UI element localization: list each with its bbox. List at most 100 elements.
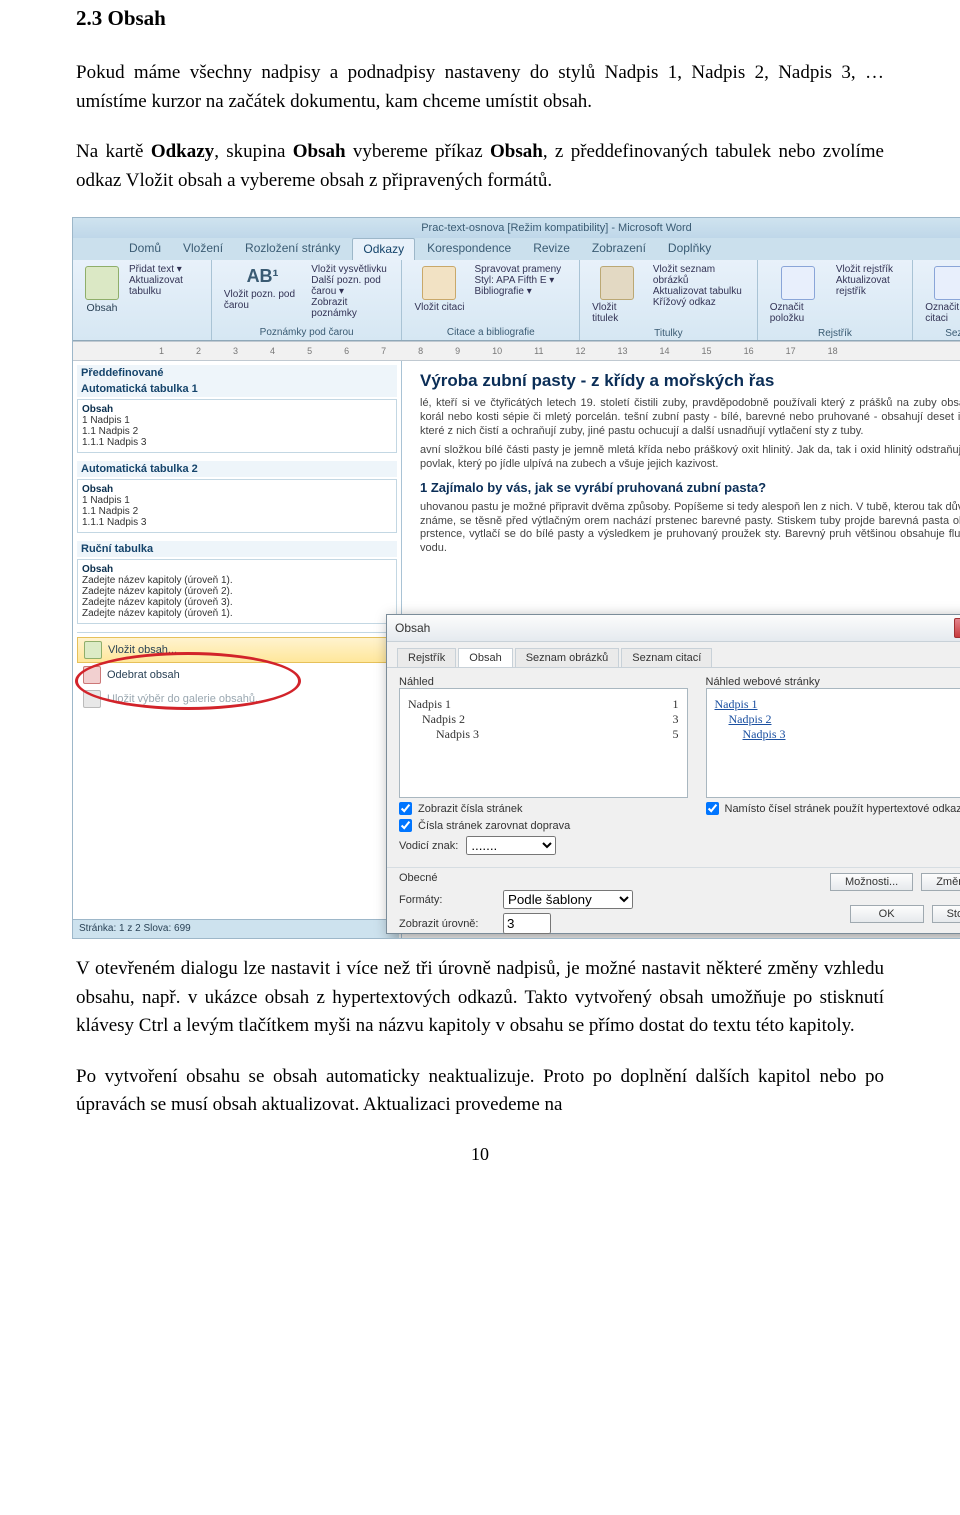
ruler-tick: 16 xyxy=(744,346,754,356)
leader-select[interactable]: ....... xyxy=(466,836,556,855)
toc-manual-preview[interactable]: Obsah Zadejte název kapitoly (úroveň 1).… xyxy=(77,559,397,624)
ruler-tick: 18 xyxy=(828,346,838,356)
vysvetlivka[interactable]: Vložit vysvětlivku xyxy=(311,264,393,275)
urovne-input[interactable] xyxy=(503,913,551,934)
p2-i: a vybereme obsah z připravených formátů. xyxy=(222,170,552,191)
word-screenshot: Prac-text-osnova [Režim kompatibility] -… xyxy=(72,217,960,939)
preview-label-right: Náhled webové stránky xyxy=(706,676,960,688)
toc-icon xyxy=(85,266,119,300)
ruler-tick: 11 xyxy=(534,346,543,356)
doc-paragraph: uhovanou pastu je možné připravit dvěma … xyxy=(420,501,960,556)
tab-zobrazeni[interactable]: Zobrazení xyxy=(582,238,656,260)
titulek-label: Vložit titulek xyxy=(592,302,643,324)
ruler-tick: 14 xyxy=(660,346,670,356)
obsah-button[interactable]: Obsah xyxy=(81,264,123,316)
p2-c: , skupina xyxy=(214,141,293,162)
spravovat-prameny[interactable]: Spravovat prameny xyxy=(474,264,561,275)
toc-obsah: Obsah xyxy=(82,564,392,575)
dlg-tab-rejstrik[interactable]: Rejstřík xyxy=(397,648,456,667)
krizovy-odkaz[interactable]: Křížový odkaz xyxy=(653,297,749,308)
ribbon: Obsah Přidat text ▾ Aktualizovat tabulku… xyxy=(73,260,960,341)
akt-tabulku[interactable]: Aktualizovat tabulku xyxy=(653,286,749,297)
toc-line: 1.1 Nadpis 2 xyxy=(82,506,392,517)
btn-moznosti[interactable]: Možnosti... xyxy=(830,873,913,891)
vlozit-rejstrik[interactable]: Vložit rejstřík xyxy=(836,264,904,275)
p1-styles: Nadpis 1, Nadpis 2, Nadpis 3, … xyxy=(605,62,884,83)
tab-rozlozeni[interactable]: Rozložení stránky xyxy=(235,238,350,260)
btn-zmenit[interactable]: Změnit... xyxy=(921,873,960,891)
rejstrik-group-label: Rejstřík xyxy=(766,326,904,339)
dalsi-pozn[interactable]: Další pozn. pod čarou ▾ xyxy=(311,275,393,297)
pozn-group-label: Poznámky pod čarou xyxy=(220,325,394,338)
chk-show-pagenums[interactable] xyxy=(399,802,412,815)
pridat-text[interactable]: Přidat text ▾ xyxy=(129,264,203,275)
p2-e: vybereme příkaz xyxy=(346,141,490,162)
btn-storno[interactable]: Storno xyxy=(932,905,960,923)
rejstrik-label: Označit položku xyxy=(770,302,826,324)
ruler-tick: 1 xyxy=(159,346,164,356)
rejstrik-button[interactable]: Označit položku xyxy=(766,264,830,326)
seznam-citaci-button[interactable]: Označit citaci xyxy=(921,264,960,326)
toc-line: 1.1.1 Nadpis 3 xyxy=(82,517,392,528)
seznam-group-label: Seznam citací xyxy=(921,326,960,339)
tab-odkazy[interactable]: Odkazy xyxy=(352,238,415,260)
status-bar: Stránka: 1 z 2 Slova: 699 xyxy=(73,919,399,938)
dlg-tab-seznam-obrazku[interactable]: Seznam obrázků xyxy=(515,648,620,667)
ruler-tick: 8 xyxy=(418,346,423,356)
titulky-group-label: Titulky xyxy=(588,326,749,339)
tab-revize[interactable]: Revize xyxy=(523,238,580,260)
index-icon xyxy=(781,266,815,300)
toc-manual-header[interactable]: Ruční tabulka xyxy=(77,541,397,557)
bibliografie[interactable]: Bibliografie ▾ xyxy=(474,286,561,297)
doc-paragraph: avní složkou bílé části pasty je jemně m… xyxy=(420,444,960,472)
titulek-button[interactable]: Vložit titulek xyxy=(588,264,647,326)
leader-label: Vodicí znak: xyxy=(399,840,458,852)
toc-auto1-header[interactable]: Automatická tabulka 1 xyxy=(77,381,397,397)
paragraph-1: Pokud máme všechny nadpisy a podnadpisy … xyxy=(76,59,884,116)
ruler-tick: 2 xyxy=(196,346,201,356)
section-heading: 2.3 Obsah xyxy=(76,6,884,31)
p1-a: Pokud máme všechny nadpisy a podnadpisy … xyxy=(76,62,605,83)
toc-auto2-header[interactable]: Automatická tabulka 2 xyxy=(77,461,397,477)
dialog-close-button[interactable]: ✕ xyxy=(954,618,960,638)
citace-group-label: Citace a bibliografie xyxy=(410,325,571,338)
chk-hyperlinks[interactable] xyxy=(706,802,719,815)
tab-domu[interactable]: Domů xyxy=(119,238,171,260)
ruler-tick: 15 xyxy=(702,346,712,356)
pozn-label: Vložit pozn. pod čarou xyxy=(224,289,301,311)
pozn-button[interactable]: AB¹ Vložit pozn. pod čarou xyxy=(220,264,305,313)
akt-rejstrik[interactable]: Aktualizovat rejstřík xyxy=(836,275,904,297)
page-number: 10 xyxy=(76,1144,884,1165)
toc-predef-header: Předdefinované xyxy=(77,365,397,381)
toc-gallery-panel: Předdefinované Automatická tabulka 1 Obs… xyxy=(73,361,402,939)
toc-obsah: Obsah xyxy=(82,404,392,415)
toc-auto1-preview[interactable]: Obsah 1 Nadpis 1 1.1 Nadpis 2 1.1.1 Nadp… xyxy=(77,399,397,453)
tab-vlozeni[interactable]: Vložení xyxy=(173,238,233,260)
preview-label-left: Náhled xyxy=(399,676,688,688)
styl-citace[interactable]: Styl: APA Fifth E ▾ xyxy=(474,275,561,286)
formaty-label: Formáty: xyxy=(399,894,495,906)
dlg-tab-seznam-citaci[interactable]: Seznam citací xyxy=(621,648,712,667)
preview-left: Nadpis 11 Nadpis 23 Nadpis 35 xyxy=(399,688,688,798)
preview-right: Nadpis 1 Nadpis 2 Nadpis 3 xyxy=(706,688,960,798)
toc-line: 1.1 Nadpis 2 xyxy=(82,426,392,437)
toc-auto2-preview[interactable]: Obsah 1 Nadpis 1 1.1 Nadpis 2 1.1.1 Nadp… xyxy=(77,479,397,533)
ruler-tick: 17 xyxy=(786,346,796,356)
p2-d: Obsah xyxy=(293,141,346,162)
btn-ok[interactable]: OK xyxy=(850,905,924,923)
footnote-icon: AB¹ xyxy=(247,266,279,287)
formaty-select[interactable]: Podle šablony xyxy=(503,890,633,909)
tab-doplnky[interactable]: Doplňky xyxy=(658,238,721,260)
chk-align-right[interactable] xyxy=(399,819,412,832)
p2-b: Odkazy xyxy=(151,141,214,162)
toc-obsah: Obsah xyxy=(82,484,392,495)
tab-korespondence[interactable]: Korespondence xyxy=(417,238,521,260)
toc-dialog: Obsah ✕ Rejstřík Obsah Seznam obrázků Se… xyxy=(386,614,960,934)
zobrazit-pozn[interactable]: Zobrazit poznámky xyxy=(311,297,393,319)
urovne-label: Zobrazit úrovně: xyxy=(399,918,495,930)
toc-line: 1.1.1 Nadpis 3 xyxy=(82,437,392,448)
aktualizovat-tabulku[interactable]: Aktualizovat tabulku xyxy=(129,275,203,297)
seznam-obrazku[interactable]: Vložit seznam obrázků xyxy=(653,264,749,286)
dlg-tab-obsah[interactable]: Obsah xyxy=(458,648,512,667)
citace-button[interactable]: Vložit citaci xyxy=(410,264,468,315)
